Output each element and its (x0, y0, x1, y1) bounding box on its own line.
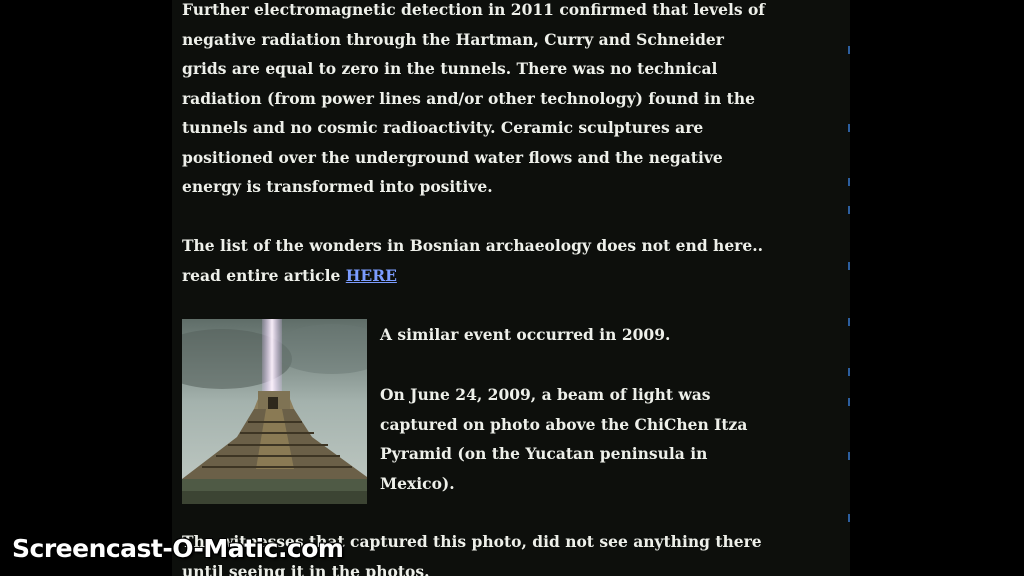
pyramid-image (182, 319, 367, 504)
scroll-tick (848, 318, 850, 326)
scroll-tick (848, 398, 850, 406)
paragraph-line: Further electromagnetic detection in 201… (182, 0, 765, 19)
scroll-tick (848, 452, 850, 460)
scroll-tick (848, 124, 850, 132)
paragraph-line: radiation (from power lines and/or other… (182, 88, 755, 108)
scroll-tick (848, 178, 850, 186)
here-link[interactable]: HERE (346, 266, 397, 285)
paragraph-line: tunnels and no cosmic radioactivity. Cer… (182, 118, 704, 137)
paragraph-electromagnetic: Further electromagnetic detection in 201… (182, 0, 765, 202)
scroll-tick (848, 262, 850, 270)
paragraph-line: Mexico). (380, 473, 455, 493)
screen: Further electromagnetic detection in 201… (0, 0, 1024, 576)
read-article-text: read entire article (182, 265, 346, 285)
scroll-tick (848, 206, 850, 214)
paragraph-line: Pyramid (on the Yucatan peninsula in (380, 444, 708, 463)
paragraph-line: energy is transformed into positive. (182, 177, 493, 196)
pyramid-photo (182, 319, 367, 504)
paragraph-line: On June 24, 2009, a beam of light was (380, 385, 711, 404)
paragraph-line: The list of the wonders in Bosnian archa… (182, 236, 764, 255)
scrollbar[interactable] (848, 0, 851, 576)
paragraph-line: negative radiation through the Hartman, … (182, 29, 724, 49)
paragraph-wonders: The list of the wonders in Bosnian archa… (182, 231, 763, 290)
scroll-tick (848, 514, 850, 522)
paragraph-line: captured on photo above the ChiChen Itza (380, 414, 748, 434)
paragraph-line: positioned over the underground water fl… (182, 147, 723, 167)
paragraph-similar-event: A similar event occurred in 2009. (380, 320, 670, 350)
scroll-tick (848, 368, 850, 376)
screencast-watermark: Screencast-O-Matic.com (12, 534, 344, 563)
paragraph-line: A similar event occurred in 2009. (380, 325, 671, 344)
paragraph-line: grids are equal to zero in the tunnels. … (182, 59, 718, 78)
paragraph-beam-of-light: On June 24, 2009, a beam of light was ca… (380, 380, 747, 498)
paragraph-line: read entire article HERE (182, 261, 763, 291)
scroll-tick (848, 46, 850, 54)
